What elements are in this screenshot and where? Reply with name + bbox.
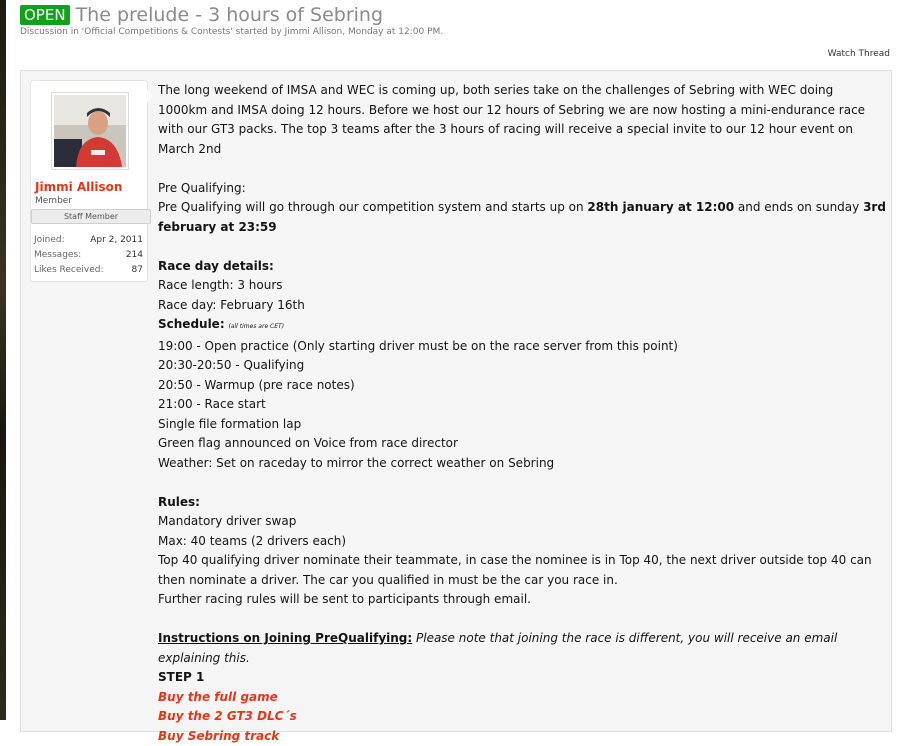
prequal-start-date: 28th january at 12:00 [587,200,734,214]
rule-item: Mandatory driver swap [158,512,886,532]
watch-thread-link[interactable]: Watch Thread [828,49,890,59]
stat-label: Messages: [34,250,81,265]
avatar[interactable] [51,92,129,170]
race-length: Race length: 3 hours [158,276,886,296]
author-title: Member [35,196,72,206]
prequal-text: Pre Qualifying will go through our compe… [158,200,587,214]
stat-messages: Messages: 214 [34,250,143,265]
rule-item: Top 40 qualifying driver nominate their … [158,551,886,590]
stat-label: Likes Received: [34,265,103,280]
schedule-item: 21:00 - Race start [158,395,886,415]
stat-joined: Joined: Apr 2, 2011 [34,235,143,250]
prequal-paragraph: Pre Qualifying will go through our compe… [158,198,886,237]
step-label: STEP 1 [158,668,886,688]
raceday-heading: Race day details: [158,257,886,277]
instructions-paragraph: Instructions on Joining PreQualifying: P… [158,629,886,668]
author-name-link[interactable]: Jimmi Allison [35,180,122,194]
avatar-photo [54,95,126,167]
thread-title: The prelude - 3 hours of Sebring [76,4,383,26]
step-label-text: STEP 1 [158,670,204,684]
rule-item: Further racing rules will be sent to par… [158,590,886,610]
schedule-item: 20:50 - Warmup (pre race notes) [158,376,886,396]
schedule-item: Weather: Set on raceday to mirror the co… [158,454,886,474]
author-stats: Joined: Apr 2, 2011 Messages: 214 Likes … [34,235,143,280]
message-pointer [146,89,153,103]
race-day: Race day: February 16th [158,296,886,316]
buy-full-game-link[interactable]: Buy the full game [158,690,278,704]
post-body: The long weekend of IMSA and WEC is comi… [158,81,886,746]
rules-heading-text: Rules: [158,495,200,509]
stat-label: Joined: [34,235,65,250]
schedule-item: Single file formation lap [158,415,886,435]
prequal-heading: Pre Qualifying: [158,179,886,199]
status-badge: OPEN [20,5,70,25]
buy-gt3-dlc-link[interactable]: Buy the 2 GT3 DLC´s [158,709,297,723]
left-edge-strip [0,0,6,720]
rules-heading: Rules: [158,493,886,513]
schedule-item: 19:00 - Open practice (Only starting dri… [158,337,886,357]
stat-likes: Likes Received: 87 [34,265,143,280]
rule-item: Max: 40 teams (2 drivers each) [158,532,886,552]
staff-member-banner: Staff Member [31,209,151,224]
schedule-label: Schedule: [158,317,225,331]
instructions-heading: Instructions on Joining PreQualifying: [158,631,412,645]
stat-value: 87 [132,265,143,280]
buy-link-item: Buy the full game [158,688,886,708]
buy-link-item: Buy Sebring track [158,727,886,746]
buy-link-item: Buy the 2 GT3 DLC´s [158,707,886,727]
schedule-item: Green flag announced on Voice from race … [158,434,886,454]
schedule-heading: Schedule: (all times are CET) [158,315,886,337]
buy-sebring-track-link[interactable]: Buy Sebring track [158,729,279,743]
prequal-text: and ends on sunday [734,200,863,214]
thread-description: Discussion in 'Official Competitions & C… [20,27,443,37]
intro-paragraph: The long weekend of IMSA and WEC is comi… [158,81,886,159]
raceday-heading-text: Race day details: [158,259,274,273]
post-container: Jimmi Allison Member Staff Member Joined… [20,70,892,732]
schedule-note: (all times are CET) [228,323,284,330]
stat-value[interactable]: 214 [126,250,143,265]
author-card: Jimmi Allison Member Staff Member Joined… [30,80,148,282]
schedule-item: 20:30-20:50 - Qualifying [158,356,886,376]
stat-value: Apr 2, 2011 [90,235,143,250]
thread-header: OPEN The prelude - 3 hours of Sebring [20,3,383,27]
